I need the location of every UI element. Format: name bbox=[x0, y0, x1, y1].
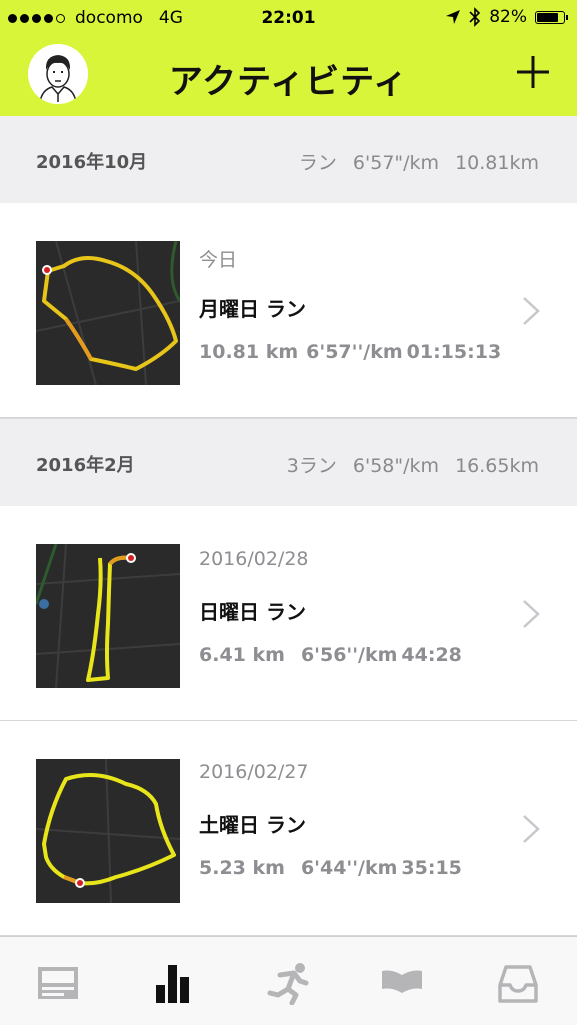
month-section-header: 2016年10月 ラン 6'57"/km 10.81km bbox=[0, 116, 577, 203]
tab-run[interactable] bbox=[266, 961, 310, 1006]
location-arrow-icon bbox=[446, 10, 461, 24]
activity-stats: 6.41 km 6'56''/km 44:28 bbox=[199, 644, 462, 666]
activity-title: 日曜日 ラン bbox=[199, 600, 306, 624]
activity-row[interactable]: 2016/02/27 土曜日 ラン 5.23 km 6'44''/km 35:1… bbox=[0, 721, 577, 936]
chevron-right-icon bbox=[523, 815, 540, 843]
plus-icon bbox=[517, 56, 549, 88]
activity-distance: 10.81 km bbox=[199, 341, 299, 363]
book-icon bbox=[382, 970, 422, 993]
section-month: 2016年10月 bbox=[36, 152, 148, 173]
section-summary: 3ラン 6'58"/km 16.65km bbox=[286, 455, 539, 477]
status-right: 82% bbox=[445, 7, 568, 27]
chevron-right-icon bbox=[523, 600, 540, 628]
add-activity-button[interactable] bbox=[513, 52, 553, 92]
section-month: 2016年2月 bbox=[36, 455, 135, 476]
tab-guide[interactable] bbox=[380, 961, 424, 1005]
battery-percent: 82% bbox=[489, 7, 527, 27]
status-bar: docomo 4G 22:01 82% bbox=[0, 0, 577, 40]
activity-pace: 6'44''/km bbox=[300, 857, 398, 879]
activity-list[interactable]: 2016年10月 ラン 6'57"/km 10.81km 今日 月曜日 ラン 1… bbox=[0, 116, 577, 936]
navigation-bar: アクティビティ bbox=[0, 40, 577, 116]
chevron-right-icon bbox=[523, 297, 540, 325]
activity-pace: 6'57''/km bbox=[306, 341, 403, 363]
activity-duration: 35:15 bbox=[401, 857, 462, 879]
route-map-thumbnail bbox=[36, 759, 180, 903]
runner-icon bbox=[267, 963, 309, 1006]
route-map-thumbnail bbox=[36, 241, 180, 385]
activity-date: 2016/02/28 bbox=[199, 548, 309, 570]
activity-chart-icon bbox=[156, 965, 189, 1003]
battery-icon bbox=[535, 10, 568, 24]
activity-stats: 5.23 km 6'44''/km 35:15 bbox=[199, 857, 462, 879]
bluetooth-icon bbox=[469, 7, 481, 27]
tab-bar bbox=[0, 936, 577, 1025]
activity-date: 今日 bbox=[199, 249, 238, 271]
route-map-thumbnail bbox=[36, 544, 180, 688]
activity-pace: 6'56''/km bbox=[300, 644, 398, 666]
section-summary: ラン 6'57"/km 10.81km bbox=[298, 152, 539, 174]
activity-stats: 10.81 km 6'57''/km 01:15:13 bbox=[199, 341, 501, 363]
month-section-header: 2016年2月 3ラン 6'58"/km 16.65km bbox=[0, 418, 577, 506]
tab-feed[interactable] bbox=[36, 961, 80, 1005]
activity-distance: 5.23 km bbox=[199, 857, 285, 879]
tab-inbox[interactable] bbox=[496, 961, 540, 1005]
activity-title: 土曜日 ラン bbox=[199, 813, 306, 837]
feed-icon bbox=[38, 967, 78, 999]
page-title: アクティビティ bbox=[168, 62, 409, 102]
activity-date: 2016/02/27 bbox=[199, 761, 309, 783]
activity-duration: 44:28 bbox=[401, 644, 462, 666]
activity-distance: 6.41 km bbox=[199, 644, 285, 666]
activity-title: 月曜日 ラン bbox=[199, 297, 306, 321]
inbox-icon bbox=[498, 965, 538, 1003]
tab-activity[interactable] bbox=[152, 961, 196, 1005]
activity-row[interactable]: 今日 月曜日 ラン 10.81 km 6'57''/km 01:15:13 bbox=[0, 203, 577, 418]
activity-duration: 01:15:13 bbox=[406, 341, 502, 363]
activity-row[interactable]: 2016/02/28 日曜日 ラン 6.41 km 6'56''/km 44:2… bbox=[0, 506, 577, 721]
